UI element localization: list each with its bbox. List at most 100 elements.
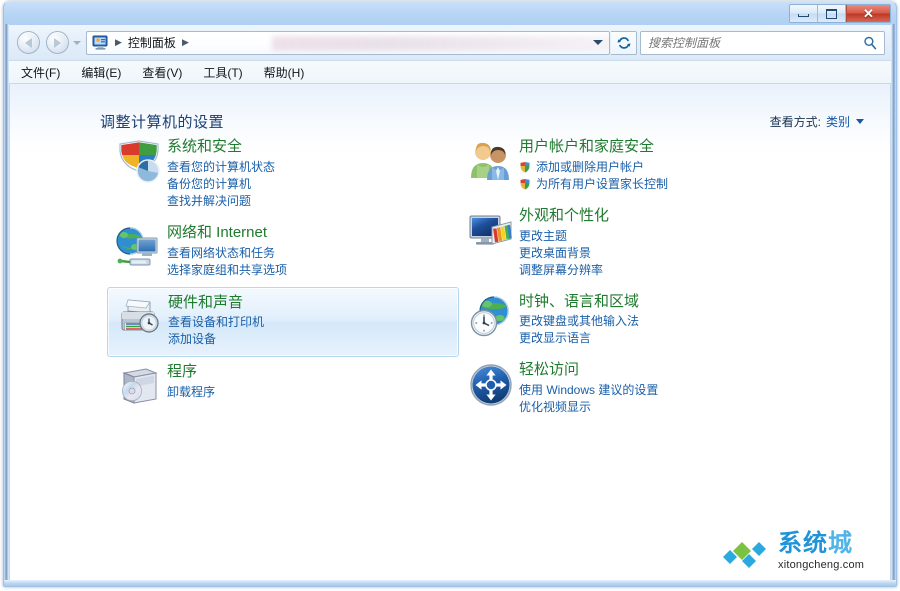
category-link[interactable]: 查看设备和打印机 <box>168 314 454 331</box>
menu-item-file[interactable]: 文件(F) <box>21 64 60 81</box>
menu-item-edit[interactable]: 编辑(E) <box>81 64 121 81</box>
chevron-down-icon[interactable] <box>856 119 864 124</box>
category-body: 外观和个性化更改主题更改桌面背景 调整屏幕分辨率 <box>519 207 807 279</box>
category-link[interactable]: 为所有用户设置家长控制 <box>519 176 807 193</box>
category-link[interactable]: 使用 Windows 建议的设置 <box>519 382 807 399</box>
address-bar[interactable]: ▶ 控制面板 ▶ <box>86 30 610 55</box>
menu-item-tools[interactable]: 工具(T) <box>203 64 242 81</box>
category-title[interactable]: 网络和 Internet <box>167 224 455 243</box>
category-link[interactable]: 查找并解决问题 <box>167 193 455 210</box>
category-title[interactable]: 用户帐户和家庭安全 <box>519 138 807 157</box>
search-icon[interactable] <box>863 36 877 50</box>
category-link-label: 更改桌面背景 <box>519 245 592 260</box>
view-by-control[interactable]: 查看方式: 类别 <box>770 113 864 130</box>
user-accounts-icon <box>463 138 519 193</box>
address-blur-overlay <box>272 35 609 51</box>
category-link-label: 更改键盘或其他输入法 <box>519 314 640 329</box>
recent-pages-dropdown-icon[interactable] <box>73 40 81 45</box>
category-link[interactable]: 添加设备 <box>168 331 454 348</box>
category-link-label: 更改主题 <box>519 228 568 243</box>
shield-security-icon <box>111 138 167 210</box>
desktop-background: ✕ ▶ 控制面板 ▶ 搜索控制面板 文件(F) 编辑(E) 查看(V) 工具(T… <box>0 0 900 591</box>
control-panel-icon <box>92 35 109 50</box>
category-link[interactable]: 调整屏幕分辨率 <box>519 262 807 279</box>
menu-item-help[interactable]: 帮助(H) <box>264 64 305 81</box>
minimize-button[interactable] <box>790 5 818 22</box>
category-link-label: 优化视频显示 <box>519 400 592 414</box>
window-controls: ✕ <box>789 4 891 23</box>
appearance-personalization-icon <box>463 207 519 279</box>
category-item[interactable]: 时钟、语言和区域更改键盘或其他输入法 更改显示语言 <box>459 287 811 356</box>
category-column-right: 用户帐户和家庭安全 添加或删除用户帐户 为所有用户设置家长控制 外观和个性化 更… <box>459 132 811 424</box>
category-link-label: 更改显示语言 <box>519 331 592 346</box>
category-item[interactable]: 系统和安全查看您的计算机状态 备份您的计算机查找并解决问题 <box>107 132 459 218</box>
close-icon: ✕ <box>863 6 874 21</box>
content-pane: 调整计算机的设置 查看方式: 类别 系统和安全 查看您的计算机状态 备份您的计算机查… <box>9 83 891 580</box>
category-item[interactable]: 网络和 Internet 查看网络状态和任务 选择家庭组和共享选项 <box>107 218 459 287</box>
category-item[interactable]: 轻松访问使用 Windows 建议的设置 优化视频显示 <box>459 355 811 424</box>
refresh-icon <box>617 36 630 49</box>
category-title[interactable]: 外观和个性化 <box>519 207 807 226</box>
back-button[interactable] <box>17 31 40 54</box>
category-link[interactable]: 卸载程序 <box>167 384 455 401</box>
category-body: 系统和安全查看您的计算机状态 备份您的计算机查找并解决问题 <box>167 138 455 210</box>
category-title[interactable]: 硬件和声音 <box>168 294 454 313</box>
category-item[interactable]: 外观和个性化更改主题更改桌面背景 调整屏幕分辨率 <box>459 201 811 287</box>
menu-item-view[interactable]: 查看(V) <box>142 64 182 81</box>
category-link[interactable]: 更改主题 <box>519 228 807 245</box>
search-input[interactable] <box>648 35 863 50</box>
uac-shield-icon <box>519 160 531 174</box>
category-item[interactable]: 硬件和声音查看设备和打印机 添加设备 <box>107 286 459 358</box>
navigation-bar: ▶ 控制面板 ▶ <box>9 25 891 60</box>
category-link-label: 卸载程序 <box>167 385 216 399</box>
category-link[interactable]: 选择家庭组和共享选项 <box>167 262 455 279</box>
breadcrumb-separator-trailing[interactable]: ▶ <box>182 38 189 47</box>
category-link[interactable]: 更改桌面背景 <box>519 245 807 262</box>
programs-icon <box>111 363 167 413</box>
address-dropdown-button[interactable] <box>593 32 603 54</box>
category-link-label: 为所有用户设置家长控制 <box>536 176 669 191</box>
category-link-label: 查看设备和打印机 <box>168 315 265 330</box>
category-item[interactable]: 程序 卸载程序 <box>107 357 459 421</box>
category-link-label: 调整屏幕分辨率 <box>519 262 604 277</box>
network-internet-icon <box>111 224 167 279</box>
category-body: 轻松访问使用 Windows 建议的设置 优化视频显示 <box>519 361 807 416</box>
close-button[interactable]: ✕ <box>846 5 890 22</box>
category-link-label: 添加设备 <box>168 332 217 347</box>
category-link[interactable]: 查看网络状态和任务 <box>167 245 455 262</box>
breadcrumb-separator-leading[interactable]: ▶ <box>115 38 122 47</box>
category-item[interactable]: 用户帐户和家庭安全 添加或删除用户帐户 为所有用户设置家长控制 <box>459 132 811 201</box>
clock-language-region-icon <box>463 293 519 348</box>
search-box[interactable] <box>640 30 885 55</box>
view-by-label: 查看方式: <box>769 115 821 129</box>
category-body: 时钟、语言和区域更改键盘或其他输入法 更改显示语言 <box>519 293 807 348</box>
category-title[interactable]: 程序 <box>167 363 455 382</box>
category-link[interactable]: 优化视频显示 <box>519 399 807 416</box>
category-link[interactable]: 查看您的计算机状态 <box>167 159 455 176</box>
menu-bar: 文件(F) 编辑(E) 查看(V) 工具(T) 帮助(H) <box>9 60 891 83</box>
title-bar: ✕ <box>4 2 896 25</box>
maximize-button[interactable] <box>818 5 846 22</box>
breadcrumb-item-control-panel[interactable]: 控制面板 <box>128 34 176 51</box>
category-title[interactable]: 时钟、语言和区域 <box>519 293 807 312</box>
refresh-button[interactable] <box>611 30 637 55</box>
category-title[interactable]: 系统和安全 <box>167 138 455 157</box>
category-link-label: 使用 Windows 建议的设置 <box>519 383 659 397</box>
forward-arrow-icon <box>54 37 61 48</box>
category-link[interactable]: 更改显示语言 <box>519 330 807 347</box>
control-panel-window: ✕ ▶ 控制面板 ▶ 搜索控制面板 文件(F) 编辑(E) 查看(V) 工具(T… <box>3 1 897 587</box>
window-frame-right <box>891 24 896 586</box>
forward-button[interactable] <box>46 31 69 54</box>
view-by-value[interactable]: 类别 <box>826 113 850 130</box>
back-arrow-icon <box>25 37 32 48</box>
category-link[interactable]: 添加或删除用户帐户 <box>519 159 807 176</box>
category-body: 程序 卸载程序 <box>167 363 455 413</box>
chevron-down-icon <box>593 40 603 45</box>
category-link[interactable]: 更改键盘或其他输入法 <box>519 313 807 330</box>
category-link-label: 备份您的计算机 <box>167 176 252 191</box>
category-link[interactable]: 备份您的计算机 <box>167 176 455 193</box>
window-frame-left <box>4 24 9 586</box>
uac-shield-icon <box>519 177 531 191</box>
window-frame-bottom <box>4 580 896 586</box>
category-title[interactable]: 轻松访问 <box>519 361 807 380</box>
